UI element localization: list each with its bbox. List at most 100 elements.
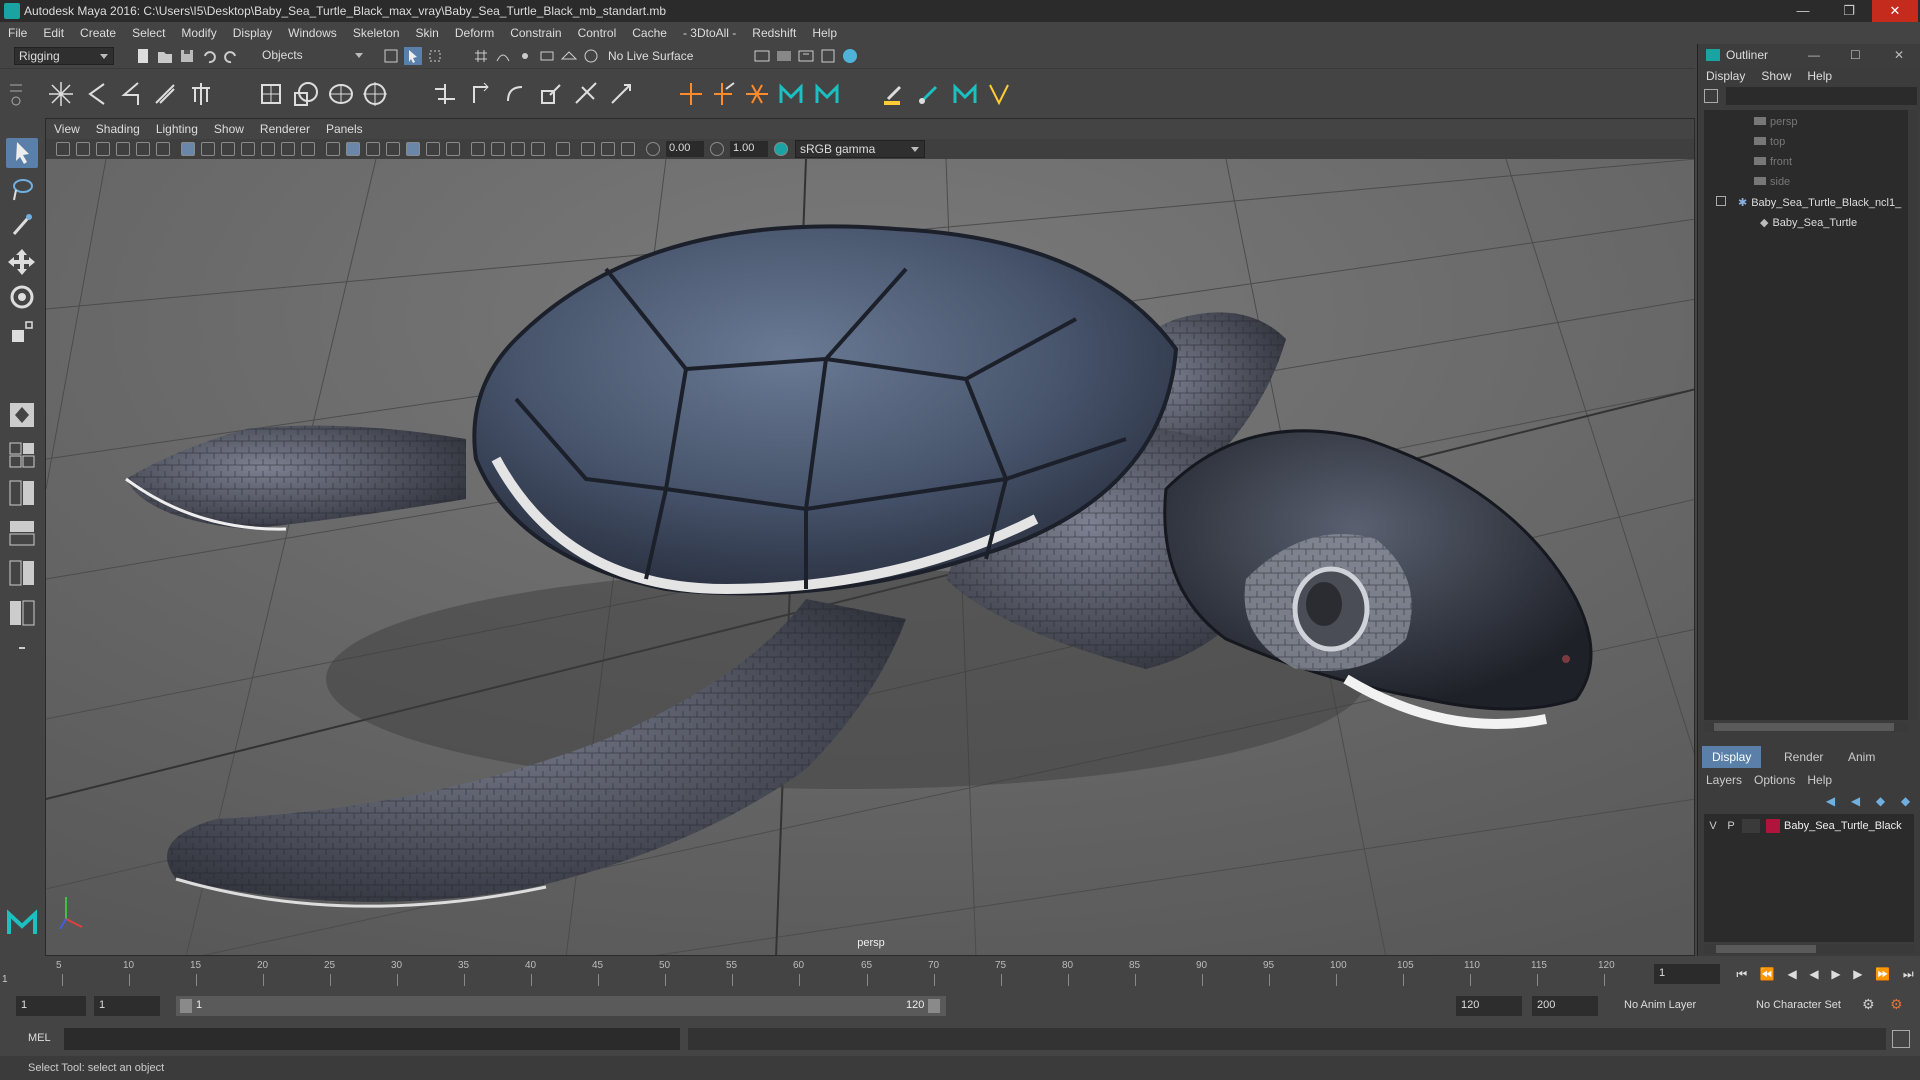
ik-spline-icon[interactable] — [116, 79, 146, 109]
multisample-aa-icon[interactable] — [511, 142, 525, 156]
depth-of-field-icon[interactable] — [531, 142, 545, 156]
color-management-icon[interactable] — [774, 142, 788, 156]
layer-row[interactable]: V P Baby_Sea_Turtle_Black — [1704, 816, 1914, 836]
smooth-bind-icon[interactable] — [290, 79, 320, 109]
auto-key-icon[interactable]: ⚙ — [1862, 996, 1882, 1016]
use-all-lights-icon[interactable] — [426, 142, 440, 156]
two-view-side-icon[interactable] — [6, 478, 38, 508]
layer-name[interactable]: Baby_Sea_Turtle_Black — [1784, 820, 1902, 832]
snap-grid-icon[interactable] — [472, 47, 490, 65]
more-layouts-icon[interactable] — [6, 638, 38, 658]
outliner-menu-display[interactable]: Display — [1698, 69, 1753, 83]
safe-action-icon[interactable] — [281, 142, 295, 156]
animation-start-field[interactable]: 1 — [16, 996, 86, 1016]
aim-constraint-icon[interactable] — [572, 79, 602, 109]
save-scene-icon[interactable] — [178, 47, 196, 65]
redo-icon[interactable] — [222, 47, 240, 65]
animation-end-field[interactable]: 200 — [1532, 996, 1598, 1016]
menu-skeleton[interactable]: Skeleton — [345, 26, 408, 40]
current-frame-field[interactable]: 1 — [1654, 964, 1720, 984]
viewport-panel[interactable]: View Shading Lighting Show Renderer Pane… — [45, 118, 1695, 956]
layer-display-type[interactable] — [1742, 819, 1760, 833]
maya-shelf-icon-1[interactable] — [776, 79, 806, 109]
render-settings-icon[interactable] — [819, 47, 837, 65]
scene-view[interactable] — [46, 159, 1695, 956]
locator-joint-icon[interactable] — [710, 79, 740, 109]
render-view-icon[interactable] — [775, 47, 793, 65]
outliner-maximize-icon[interactable]: ☐ — [1850, 48, 1861, 62]
exposure-field[interactable]: 0.00 — [666, 141, 704, 157]
vp-menu-show[interactable]: Show — [206, 122, 252, 136]
vp-menu-shading[interactable]: Shading — [88, 122, 148, 136]
lasso-tool-icon[interactable] — [6, 174, 38, 204]
menu-deform[interactable]: Deform — [447, 26, 502, 40]
move-tool-icon[interactable] — [6, 246, 38, 276]
range-start-handle[interactable] — [180, 999, 192, 1013]
playback-start-field[interactable]: 1 — [94, 996, 160, 1016]
rotate-tool-icon[interactable] — [6, 282, 38, 312]
layer-playback-toggle[interactable]: P — [1722, 820, 1740, 832]
cluster-icon[interactable] — [360, 79, 390, 109]
layer-menu-layers[interactable]: Layers — [1698, 773, 1750, 787]
image-plane-icon[interactable] — [116, 142, 130, 156]
two-view-stacked-icon[interactable] — [6, 518, 38, 548]
four-view-icon[interactable] — [6, 440, 38, 470]
paint-select-icon[interactable] — [6, 210, 38, 240]
play-back-icon[interactable]: ◀ — [1809, 967, 1818, 981]
snap-view-icon[interactable] — [538, 47, 556, 65]
live-surface-icon[interactable] — [582, 47, 600, 65]
menu-cache[interactable]: Cache — [624, 26, 675, 40]
textured-icon[interactable] — [406, 142, 420, 156]
outliner-vertical-scrollbar[interactable] — [1908, 110, 1918, 720]
snap-surface-icon[interactable] — [560, 47, 578, 65]
outliner-item-front[interactable]: front — [1754, 156, 1792, 168]
tab-display[interactable]: Display — [1702, 746, 1762, 768]
ipr-render-icon[interactable] — [797, 47, 815, 65]
step-back-key-icon[interactable]: ◀ — [1787, 967, 1796, 981]
outliner-horizontal-scrollbar[interactable] — [1704, 722, 1908, 732]
outliner-menu-help[interactable]: Help — [1799, 69, 1840, 83]
scale-constraint-icon[interactable] — [536, 79, 566, 109]
screen-space-ao-icon[interactable] — [471, 142, 485, 156]
orient-constraint-icon[interactable] — [500, 79, 530, 109]
restore-icon[interactable]: ❐ — [1826, 0, 1872, 22]
play-forward-icon[interactable]: ▶ — [1831, 967, 1840, 981]
outliner-close-icon[interactable]: ✕ — [1894, 48, 1904, 62]
locator-icon[interactable] — [676, 79, 706, 109]
menu-edit[interactable]: Edit — [35, 26, 72, 40]
xray-joints-icon[interactable] — [621, 142, 635, 156]
vp-menu-lighting[interactable]: Lighting — [148, 122, 206, 136]
select-object-icon[interactable] — [404, 47, 422, 65]
bind-skin-icon[interactable] — [256, 79, 286, 109]
select-hierarchy-icon[interactable] — [382, 47, 400, 65]
safe-title-icon[interactable] — [301, 142, 315, 156]
default-material-icon[interactable] — [366, 142, 380, 156]
step-forward-icon[interactable]: ⏩ — [1875, 967, 1890, 981]
snap-curve-icon[interactable] — [494, 47, 512, 65]
tab-render[interactable]: Render — [1774, 746, 1833, 768]
menu-skin[interactable]: Skin — [408, 26, 447, 40]
field-chart-icon[interactable] — [261, 142, 275, 156]
layer-visibility-toggle[interactable]: V — [1704, 820, 1722, 832]
ik-handle-icon[interactable] — [82, 79, 112, 109]
wireframe-on-shaded-icon[interactable] — [386, 142, 400, 156]
close-icon[interactable]: ✕ — [1872, 0, 1918, 22]
menu-display[interactable]: Display — [225, 26, 280, 40]
render-frame-icon[interactable] — [753, 47, 771, 65]
point-constraint-icon[interactable] — [466, 79, 496, 109]
menu-3dtoall[interactable]: - 3DtoAll - — [675, 26, 744, 40]
anim-preferences-icon[interactable]: ⚙ — [1890, 996, 1910, 1016]
gamma-field[interactable]: 1.00 — [730, 141, 768, 157]
command-input[interactable] — [64, 1028, 680, 1050]
outliner-item-side[interactable]: side — [1754, 176, 1790, 188]
lattice-icon[interactable] — [326, 79, 356, 109]
menu-modify[interactable]: Modify — [173, 26, 224, 40]
open-scene-icon[interactable] — [156, 47, 174, 65]
joint-tool-icon[interactable] — [46, 79, 76, 109]
command-language-label[interactable]: MEL — [28, 1032, 51, 1044]
vp-menu-view[interactable]: View — [46, 122, 88, 136]
paint-weights-icon[interactable] — [878, 79, 908, 109]
view-transform-dropdown[interactable]: sRGB gamma — [795, 140, 925, 158]
smooth-shade-icon[interactable] — [346, 142, 360, 156]
move-layer-up-icon[interactable]: ◀ — [1826, 794, 1835, 810]
